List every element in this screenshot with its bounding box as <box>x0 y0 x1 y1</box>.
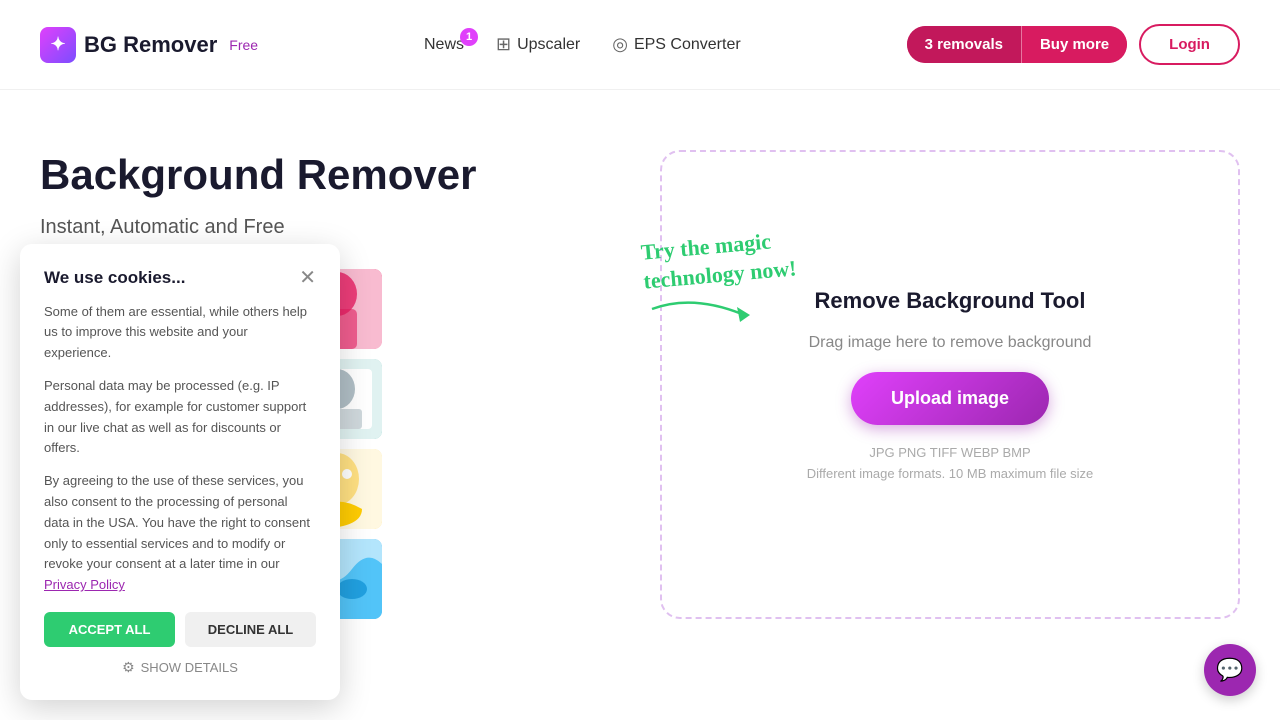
nav-upscaler[interactable]: ⊞ Upscaler <box>496 34 580 55</box>
logo-area: ✦ BG Remover Free <box>40 27 258 63</box>
page-subtitle: Instant, Automatic and Free <box>40 216 620 239</box>
logo-text: BG Remover <box>84 32 217 58</box>
removals-count: 3 removals <box>907 26 1021 63</box>
page-title: Background Remover <box>40 150 620 200</box>
eps-label: EPS Converter <box>634 36 741 54</box>
eps-icon: ◎ <box>612 34 628 55</box>
upscaler-icon: ⊞ <box>496 34 511 55</box>
format-text: JPG PNG TIFF WEBP BMP <box>869 445 1030 460</box>
nav-eps[interactable]: ◎ EPS Converter <box>612 34 740 55</box>
removals-button[interactable]: 3 removals Buy more <box>907 26 1128 63</box>
cookie-text-3: By agreeing to the use of these services… <box>44 471 316 596</box>
accept-all-button[interactable]: ACCEPT ALL <box>44 612 175 647</box>
magic-text-area: Try the magic technology now! <box>642 232 795 329</box>
drag-text: Drag image here to remove background <box>809 334 1092 352</box>
cookie-modal: We use cookies... ✕ Some of them are ess… <box>20 244 340 700</box>
size-limit-text: Different image formats. 10 MB maximum f… <box>807 466 1094 481</box>
tool-title: Remove Background Tool <box>815 288 1086 314</box>
cookie-title: We use cookies... <box>44 268 185 288</box>
cookie-actions: ACCEPT ALL DECLINE ALL <box>44 612 316 647</box>
chat-icon: 💬 <box>1216 657 1243 683</box>
cookie-header: We use cookies... ✕ <box>44 268 316 288</box>
news-label: News <box>424 36 464 54</box>
cookie-close-button[interactable]: ✕ <box>299 268 316 288</box>
main-nav: News 1 ⊞ Upscaler ◎ EPS Converter <box>424 34 741 55</box>
magic-text: Try the magic technology now! <box>640 225 798 295</box>
show-details-button[interactable]: ⚙ SHOW DETAILS <box>44 659 316 676</box>
magic-arrow-svg <box>642 289 762 329</box>
cookie-text-2: Personal data may be processed (e.g. IP … <box>44 376 316 459</box>
privacy-policy-link[interactable]: Privacy Policy <box>44 577 125 592</box>
nav-news[interactable]: News 1 <box>424 36 464 54</box>
decline-all-button[interactable]: DECLINE ALL <box>185 612 316 647</box>
header-actions: 3 removals Buy more Login <box>907 24 1240 65</box>
logo-free: Free <box>229 37 258 53</box>
show-details-label: SHOW DETAILS <box>141 660 238 675</box>
news-badge: 1 <box>460 28 478 46</box>
chat-button[interactable]: 💬 <box>1204 644 1256 696</box>
buy-more-label: Buy more <box>1022 26 1127 63</box>
upload-section: Try the magic technology now! Remove Bac… <box>660 150 1240 619</box>
header: ✦ BG Remover Free News 1 ⊞ Upscaler ◎ EP… <box>0 0 1280 90</box>
upload-image-button[interactable]: Upload image <box>851 372 1049 425</box>
cookie-text-1: Some of them are essential, while others… <box>44 302 316 364</box>
logo-icon: ✦ <box>40 27 76 63</box>
upscaler-label: Upscaler <box>517 36 580 54</box>
settings-icon: ⚙ <box>122 659 135 676</box>
login-button[interactable]: Login <box>1139 24 1240 65</box>
